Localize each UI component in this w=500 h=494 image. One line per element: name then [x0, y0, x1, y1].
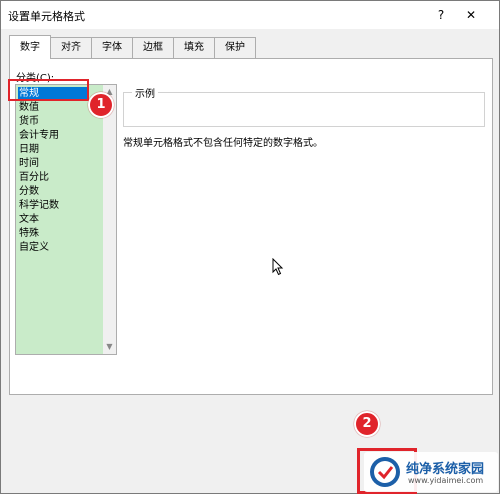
category-scrollbar[interactable]: ▲ ▼ — [103, 85, 116, 354]
watermark-logo-icon — [370, 457, 400, 487]
close-button[interactable]: ✕ — [461, 5, 481, 25]
help-button[interactable]: ? — [431, 5, 451, 25]
step-badge-1: 1 — [88, 92, 114, 118]
category-list[interactable]: 常规 数值 货币 会计专用 日期 时间 百分比 分数 科学记数 文本 特殊 自定… — [15, 84, 117, 355]
watermark: 纯净系统家园 www.yidaimei.com — [364, 452, 498, 492]
number-tab-panel: 分类(C): 常规 数值 货币 会计专用 日期 时间 百分比 分数 科学记数 文… — [9, 58, 493, 395]
category-item-custom[interactable]: 自定义 — [18, 241, 49, 255]
category-item-fraction[interactable]: 分数 — [18, 185, 39, 199]
category-item-date[interactable]: 日期 — [18, 143, 39, 157]
mouse-pointer-icon — [272, 258, 284, 276]
format-cells-dialog: 设置单元格格式 ? ✕ 数字 对齐 字体 边框 填充 保护 分类(C): 常规 … — [0, 0, 500, 494]
category-item-time[interactable]: 时间 — [18, 157, 39, 171]
category-item-currency[interactable]: 货币 — [18, 115, 39, 129]
watermark-url: www.yidaimei.com — [408, 476, 484, 485]
tab-protection[interactable]: 保护 — [214, 37, 256, 58]
category-item-special[interactable]: 特殊 — [18, 227, 39, 241]
category-item-scientific[interactable]: 科学记数 — [18, 199, 59, 213]
sample-group: 示例 — [123, 85, 485, 127]
watermark-text: 纯净系统家园 — [406, 462, 485, 477]
category-item-accounting[interactable]: 会计专用 — [18, 129, 59, 143]
tab-font[interactable]: 字体 — [91, 37, 133, 58]
sample-label: 示例 — [132, 85, 158, 100]
tab-alignment[interactable]: 对齐 — [50, 37, 92, 58]
scroll-down-icon[interactable]: ▼ — [103, 340, 116, 353]
category-item-text[interactable]: 文本 — [18, 213, 39, 227]
tab-fill[interactable]: 填充 — [173, 37, 215, 58]
dialog-title: 设置单元格格式 — [8, 10, 85, 23]
title-bar: 设置单元格格式 ? ✕ — [1, 1, 499, 29]
tab-number[interactable]: 数字 — [9, 35, 51, 59]
format-description: 常规单元格格式不包含任何特定的数字格式。 — [123, 138, 323, 149]
category-highlight — [8, 79, 89, 101]
tab-border[interactable]: 边框 — [132, 37, 174, 58]
step-badge-2: 2 — [354, 411, 380, 437]
category-item-number[interactable]: 数值 — [18, 101, 39, 115]
category-item-percentage[interactable]: 百分比 — [18, 171, 49, 185]
